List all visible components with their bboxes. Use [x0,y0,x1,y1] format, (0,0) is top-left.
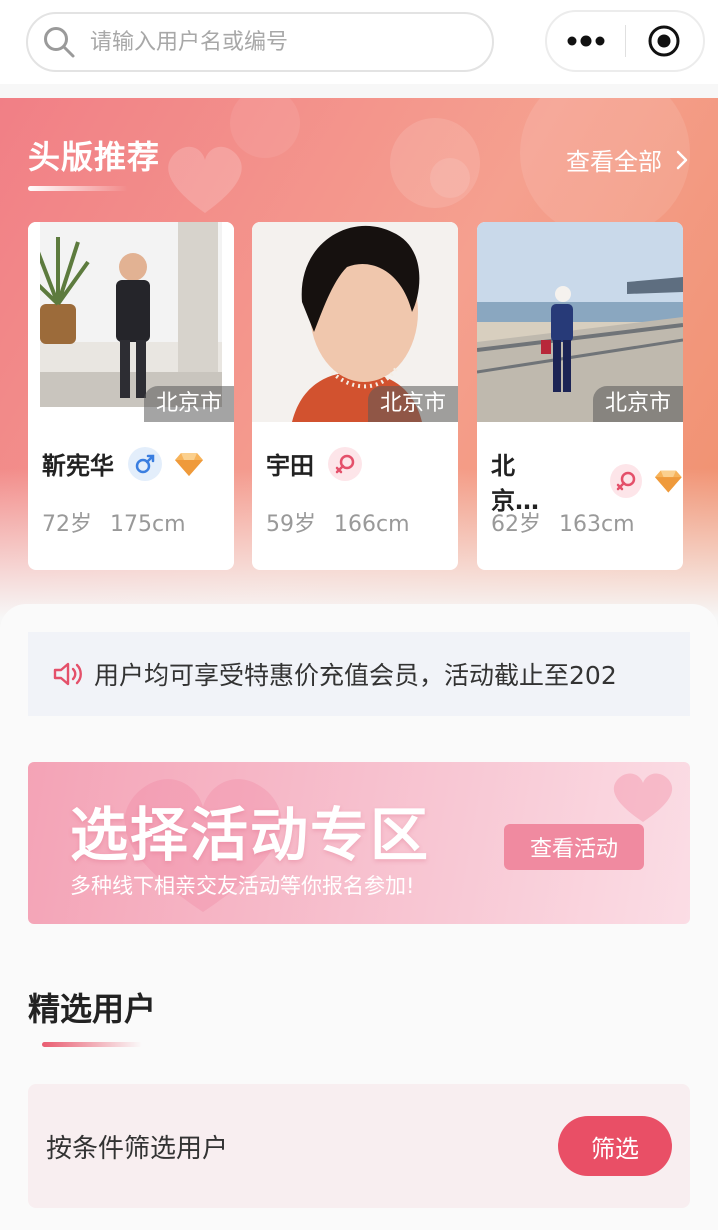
city-badge: 北京市 [367,386,458,422]
female-badge [609,464,643,498]
banner-subtitle: 多种线下相亲交友活动等你报名参加! [70,874,415,898]
male-badge [128,446,162,481]
view-all-label: 查看全部 [566,148,662,176]
profile-meta: 59岁 166cm [266,506,410,538]
target-icon [648,25,680,57]
top-bar [0,0,718,84]
search-input[interactable] [90,29,470,55]
profile-card[interactable]: 北京市 靳宪华 72岁 175cm [28,222,234,570]
name-row: 宇田 [266,446,374,481]
featured-section: 头版推荐 查看全部 北京市 靳宪华 72岁 175cm 北京市 宇田 59岁 1… [0,98,718,618]
profile-meta: 62岁 163cm [491,506,635,538]
more-button[interactable] [547,12,625,70]
profile-age: 59岁 [266,512,316,537]
notice-text: 用户均可享受特惠价充值会员，活动截止至202 [94,661,617,690]
speaker-icon [53,662,82,686]
city-badge: 北京市 [592,386,683,422]
profile-height: 166cm [334,512,410,537]
more-dots-icon [567,35,605,47]
selected-users-title: 精选用户 [28,990,157,1028]
male-symbol-icon [135,454,155,473]
content-panel: 用户均可享受特惠价充值会员，活动截止至202 选择活动专区 多种线下相亲交友活动… [0,604,718,1230]
filter-label: 按条件筛选用户 [46,1133,229,1164]
view-activity-button[interactable]: 查看活动 [504,824,644,870]
diamond-icon [655,470,683,493]
female-symbol-icon [335,454,355,473]
featured-title: 头版推荐 [28,138,161,176]
diamond-icon [175,452,203,476]
featured-title-underline [28,186,128,191]
mini-program-capsule [545,10,705,72]
female-symbol-icon [616,471,636,491]
profile-name: 靳宪华 [42,452,114,480]
decor-heart [168,146,242,213]
banner-title: 选择活动专区 [70,801,431,869]
profile-height: 163cm [559,512,635,537]
profile-age: 62岁 [491,512,541,537]
filter-button[interactable]: 筛选 [558,1116,672,1176]
profile-meta: 72岁 175cm [42,506,186,538]
female-badge [328,446,362,481]
notice-bar[interactable]: 用户均可享受特惠价充值会员，活动截止至202 [28,632,690,716]
profile-photo: 北京市 [477,222,683,422]
close-mini-program-button[interactable] [626,12,703,70]
name-row: 靳宪华 [42,446,204,481]
chevron-right-icon [676,150,688,169]
profile-name: 宇田 [266,452,314,480]
profile-card[interactable]: 北京市 宇田 59岁 166cm [252,222,458,570]
decor-bubble [430,158,470,198]
featured-cards: 北京市 靳宪华 72岁 175cm 北京市 宇田 59岁 166cm 北京市 北… [28,222,688,572]
profile-age: 72岁 [42,512,92,537]
profile-height: 175cm [110,512,186,537]
view-all-link[interactable]: 查看全部 [566,142,688,177]
city-badge: 北京市 [143,386,234,422]
search-box[interactable] [26,12,494,72]
profile-photo: 北京市 [28,222,234,422]
search-icon [44,27,75,58]
profile-photo: 北京市 [252,222,458,422]
decor-heart [613,773,673,822]
profile-card[interactable]: 北京市 北京… 62岁 163cm [477,222,683,570]
activity-banner[interactable]: 选择活动专区 多种线下相亲交友活动等你报名参加! 查看活动 [28,762,690,924]
filter-card: 按条件筛选用户 筛选 [28,1084,690,1208]
selected-users-underline [42,1042,142,1047]
